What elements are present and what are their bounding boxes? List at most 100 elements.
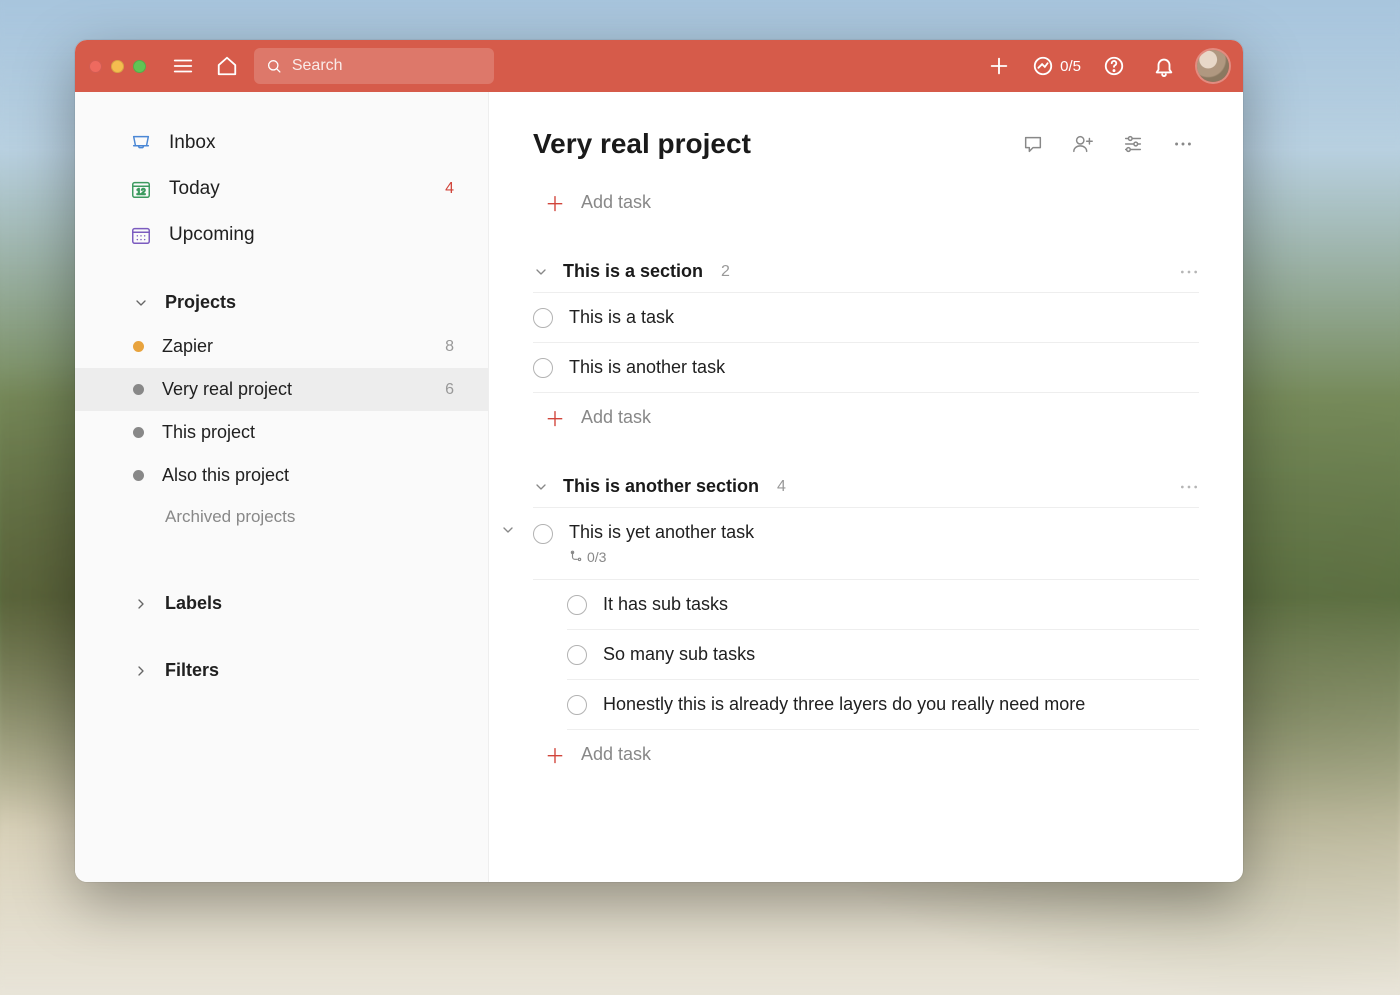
sidebar-item-label: Zapier (162, 336, 213, 357)
person-plus-icon (1071, 133, 1095, 155)
task-title: This is yet another task (569, 522, 754, 543)
task-title: So many sub tasks (603, 644, 755, 665)
subtask-progress: 0/3 (569, 549, 754, 565)
app-body: Inbox 12 Today 4 Upcoming (75, 92, 1243, 882)
task-checkbox[interactable] (533, 308, 553, 328)
sidebar-archived-projects[interactable]: Archived projects (75, 497, 488, 537)
chevron-down-icon[interactable] (533, 479, 549, 495)
sidebar-item-count: 6 (445, 381, 454, 399)
sidebar-item-label: Also this project (162, 465, 289, 486)
task-row[interactable]: It has sub tasks (567, 580, 1199, 630)
search-input[interactable] (292, 57, 482, 75)
sidebar-project-very-real-project[interactable]: Very real project 6 (75, 368, 488, 411)
add-task-label: Add task (581, 744, 651, 765)
productivity-button[interactable]: 0/5 (1032, 49, 1081, 83)
task-title: Honestly this is already three layers do… (603, 694, 1085, 715)
task-checkbox[interactable] (567, 595, 587, 615)
sidebar-item-count: 4 (445, 180, 454, 198)
avatar[interactable] (1197, 50, 1229, 82)
home-button[interactable] (210, 49, 244, 83)
calendar-upcoming-icon (129, 224, 153, 246)
more-options-button[interactable] (1167, 128, 1199, 160)
sidebar-projects-header[interactable]: Projects (75, 280, 488, 325)
view-options-button[interactable] (1117, 128, 1149, 160)
sidebar-item-inbox[interactable]: Inbox (75, 120, 488, 166)
progress-circle-icon (1032, 55, 1054, 77)
add-task-button[interactable]: ＋ Add task (533, 393, 1199, 442)
sidebar-project-also-this-project[interactable]: Also this project (75, 454, 488, 497)
page-title: Very real project (533, 128, 751, 160)
task-title: This is another task (569, 357, 725, 378)
task-row[interactable]: So many sub tasks (567, 630, 1199, 680)
plus-icon: ＋ (545, 740, 565, 769)
titlebar: 0/5 (75, 40, 1243, 92)
sidebar-labels-label: Labels (165, 593, 222, 614)
chevron-down-icon[interactable] (533, 264, 549, 280)
menu-toggle-button[interactable] (166, 49, 200, 83)
chevron-right-icon (133, 596, 149, 612)
project-color-dot (133, 427, 144, 438)
hamburger-icon (172, 55, 194, 77)
more-horizontal-icon (1179, 268, 1199, 276)
comment-icon (1022, 133, 1044, 155)
task-row[interactable]: This is another task (533, 343, 1199, 393)
project-color-dot (133, 384, 144, 395)
section-title: This is another section (563, 476, 759, 497)
goal-count: 0/5 (1060, 58, 1081, 75)
plus-icon (988, 55, 1010, 77)
sidebar: Inbox 12 Today 4 Upcoming (75, 92, 489, 882)
svg-text:12: 12 (136, 188, 146, 197)
sidebar-filters-header[interactable]: Filters (75, 648, 488, 693)
sidebar-item-label: Inbox (169, 132, 215, 154)
sidebar-project-zapier[interactable]: Zapier 8 (75, 325, 488, 368)
project-color-dot (133, 470, 144, 481)
inbox-icon (129, 132, 153, 154)
sidebar-item-upcoming[interactable]: Upcoming (75, 212, 488, 258)
window-maximize-button[interactable] (133, 60, 146, 73)
sidebar-item-count: 8 (445, 338, 454, 356)
section-header[interactable]: This is another section 4 (533, 476, 1199, 508)
task-row[interactable]: Honestly this is already three layers do… (567, 680, 1199, 730)
help-icon (1103, 55, 1125, 77)
sidebar-projects-label: Projects (165, 292, 236, 313)
task-checkbox[interactable] (533, 524, 553, 544)
task-title: This is a task (569, 307, 674, 328)
sidebar-labels-header[interactable]: Labels (75, 581, 488, 626)
add-task-label: Add task (581, 192, 651, 213)
subtask-list: It has sub tasks So many sub tasks Hones… (567, 580, 1199, 730)
task-row[interactable]: This is a task (533, 293, 1199, 343)
section-count: 2 (721, 263, 730, 281)
quick-add-button[interactable] (982, 49, 1016, 83)
section-count: 4 (777, 478, 786, 496)
chevron-right-icon (133, 663, 149, 679)
section-title: This is a section (563, 261, 703, 282)
share-button[interactable] (1067, 128, 1099, 160)
task-row[interactable]: This is yet another task 0/3 (533, 508, 1199, 580)
sidebar-filters-label: Filters (165, 660, 219, 681)
window-minimize-button[interactable] (111, 60, 124, 73)
titlebar-right: 0/5 (982, 49, 1229, 83)
plus-icon: ＋ (545, 188, 565, 217)
home-icon (216, 55, 238, 77)
notifications-button[interactable] (1147, 49, 1181, 83)
section: This is another section 4 This is yet an… (533, 476, 1199, 779)
help-button[interactable] (1097, 49, 1131, 83)
add-task-button[interactable]: ＋ Add task (533, 178, 1199, 227)
task-checkbox[interactable] (533, 358, 553, 378)
sidebar-project-this-project[interactable]: This project (75, 411, 488, 454)
bell-icon (1153, 55, 1175, 77)
section-more-button[interactable] (1179, 268, 1199, 276)
add-task-button[interactable]: ＋ Add task (533, 730, 1199, 779)
section-more-button[interactable] (1179, 483, 1199, 491)
section-header[interactable]: This is a section 2 (533, 261, 1199, 293)
comments-button[interactable] (1017, 128, 1049, 160)
search-icon (266, 57, 282, 75)
search-field[interactable] (254, 48, 494, 84)
task-checkbox[interactable] (567, 695, 587, 715)
sidebar-item-today[interactable]: 12 Today 4 (75, 166, 488, 212)
chevron-down-icon[interactable] (499, 522, 517, 538)
task-checkbox[interactable] (567, 645, 587, 665)
window-close-button[interactable] (89, 60, 102, 73)
main-content: Very real project ＋ Add task (489, 92, 1243, 882)
sidebar-item-label: Upcoming (169, 224, 255, 246)
